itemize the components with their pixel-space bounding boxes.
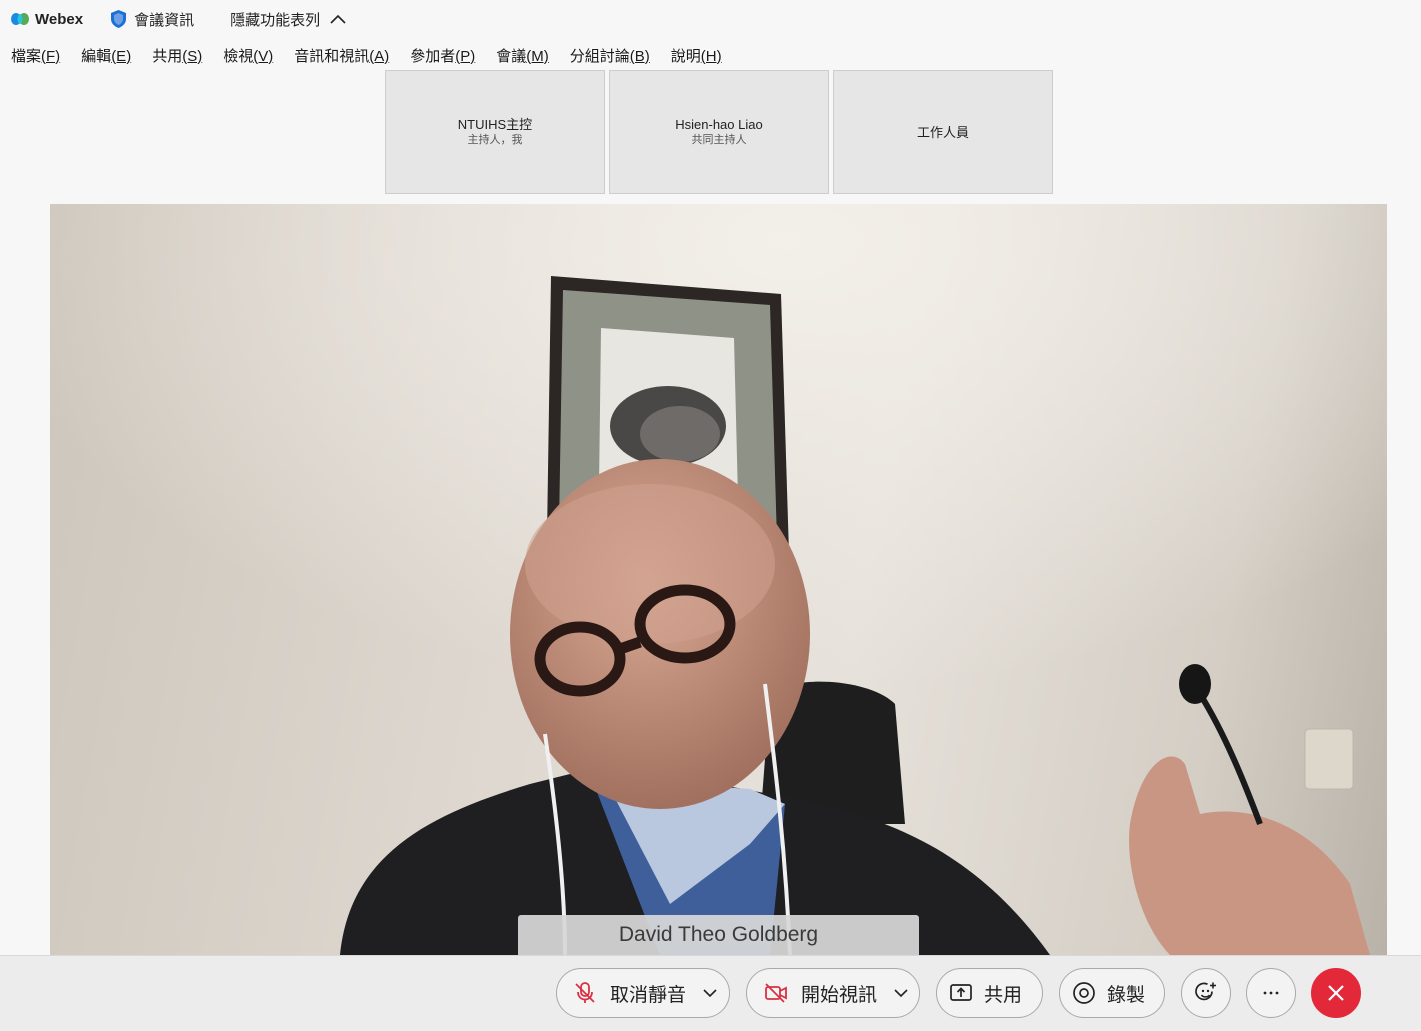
participant-tile[interactable]: NTUIHS主控 主持人，我 xyxy=(385,70,605,194)
menu-view-label: 檢視 xyxy=(223,47,254,65)
menu-share[interactable]: 共用(S) xyxy=(152,45,202,66)
more-options-button[interactable] xyxy=(1246,968,1296,1018)
video-frame xyxy=(50,204,1387,955)
menu-help-key: (H) xyxy=(700,47,722,65)
start-video-label: 開始視訊 xyxy=(801,984,878,1006)
meeting-info-label: 會議資訊 xyxy=(134,11,195,29)
menu-file-label: 檔案 xyxy=(11,47,42,65)
menu-meeting-label: 會議 xyxy=(496,47,527,65)
app-brand: Webex xyxy=(10,11,83,28)
menu-breakout[interactable]: 分組討論(B) xyxy=(570,45,650,66)
close-icon xyxy=(1328,985,1344,1001)
participant-tile[interactable]: Hsien-hao Liao 共同主持人 xyxy=(609,70,829,194)
chevron-down-icon[interactable] xyxy=(703,988,717,998)
menu-view-key: (V) xyxy=(253,47,274,65)
menu-view[interactable]: 檢視(V) xyxy=(223,45,273,66)
menu-edit[interactable]: 編輯(E) xyxy=(81,45,131,66)
menu-breakout-label: 分組討論 xyxy=(569,47,630,65)
menu-audio-video[interactable]: 音訊和視訊(A) xyxy=(294,45,389,66)
speaker-name-banner: David Theo Goldberg xyxy=(518,915,919,955)
participant-tile[interactable]: 工作人員 xyxy=(833,70,1053,194)
start-video-button[interactable]: 開始視訊 xyxy=(746,968,920,1018)
reactions-icon xyxy=(1195,982,1216,1001)
record-button[interactable]: 錄製 xyxy=(1059,968,1165,1018)
hide-menu-bar-button[interactable]: 隱藏功能表列 xyxy=(230,9,347,30)
share-icon xyxy=(950,984,972,1001)
chevron-up-icon xyxy=(330,14,346,24)
menu-share-key: (S) xyxy=(182,47,203,65)
participant-name: 工作人員 xyxy=(916,124,969,140)
leave-meeting-button[interactable] xyxy=(1311,968,1361,1018)
menu-edit-label: 編輯 xyxy=(81,47,112,65)
menu-share-label: 共用 xyxy=(152,47,183,65)
participant-name: NTUIHS主控 xyxy=(457,117,533,132)
menu-file[interactable]: 檔案(F) xyxy=(11,45,60,66)
menu-help-label: 說明 xyxy=(670,47,701,65)
reactions-button[interactable] xyxy=(1181,968,1231,1018)
meeting-controls: 取消靜音 開始視訊 共用 錄製 xyxy=(0,955,1421,1031)
record-label: 錄製 xyxy=(1107,984,1146,1006)
menu-participants-key: (P) xyxy=(455,47,476,65)
share-button[interactable]: 共用 xyxy=(936,968,1043,1018)
record-icon xyxy=(1073,982,1095,1004)
unmute-button[interactable]: 取消靜音 xyxy=(556,968,730,1018)
menu-participants[interactable]: 參加者(P) xyxy=(410,45,475,66)
menu-edit-key: (E) xyxy=(111,47,132,65)
participant-name: Hsien-hao Liao xyxy=(675,117,763,132)
participant-strip: NTUIHS主控 主持人，我 Hsien-hao Liao 共同主持人 工作人員 xyxy=(385,70,1057,194)
menu-meeting-key: (M) xyxy=(526,47,549,65)
menu-meeting[interactable]: 會議(M) xyxy=(496,45,549,66)
microphone-muted-icon xyxy=(575,982,595,1003)
chevron-down-icon[interactable] xyxy=(894,988,908,998)
app-name: Webex xyxy=(35,10,84,28)
shield-icon xyxy=(111,10,127,28)
participant-role: 共同主持人 xyxy=(691,134,747,146)
hide-menu-bar-label: 隱藏功能表列 xyxy=(230,11,321,29)
share-label: 共用 xyxy=(984,984,1023,1006)
unmute-label: 取消靜音 xyxy=(610,984,687,1006)
active-speaker-video[interactable]: David Theo Goldberg xyxy=(50,204,1387,955)
menu-breakout-key: (B) xyxy=(629,47,650,65)
more-icon xyxy=(1263,991,1279,995)
menu-bar: 檔案(F) 編輯(E) 共用(S) 檢視(V) 音訊和視訊(A) 參加者(P) … xyxy=(0,42,732,68)
participant-role: 主持人，我 xyxy=(467,134,523,146)
menu-file-key: (F) xyxy=(41,47,61,65)
webex-logo-icon xyxy=(11,13,29,25)
menu-participants-label: 參加者 xyxy=(410,47,456,65)
menu-audio-video-key: (A) xyxy=(369,47,390,65)
title-bar: Webex 會議資訊 隱藏功能表列 xyxy=(0,0,1421,38)
camera-off-icon xyxy=(765,983,787,1003)
menu-audio-video-label: 音訊和視訊 xyxy=(294,47,370,65)
menu-help[interactable]: 說明(H) xyxy=(671,45,722,66)
meeting-info-button[interactable]: 會議資訊 xyxy=(109,9,194,30)
